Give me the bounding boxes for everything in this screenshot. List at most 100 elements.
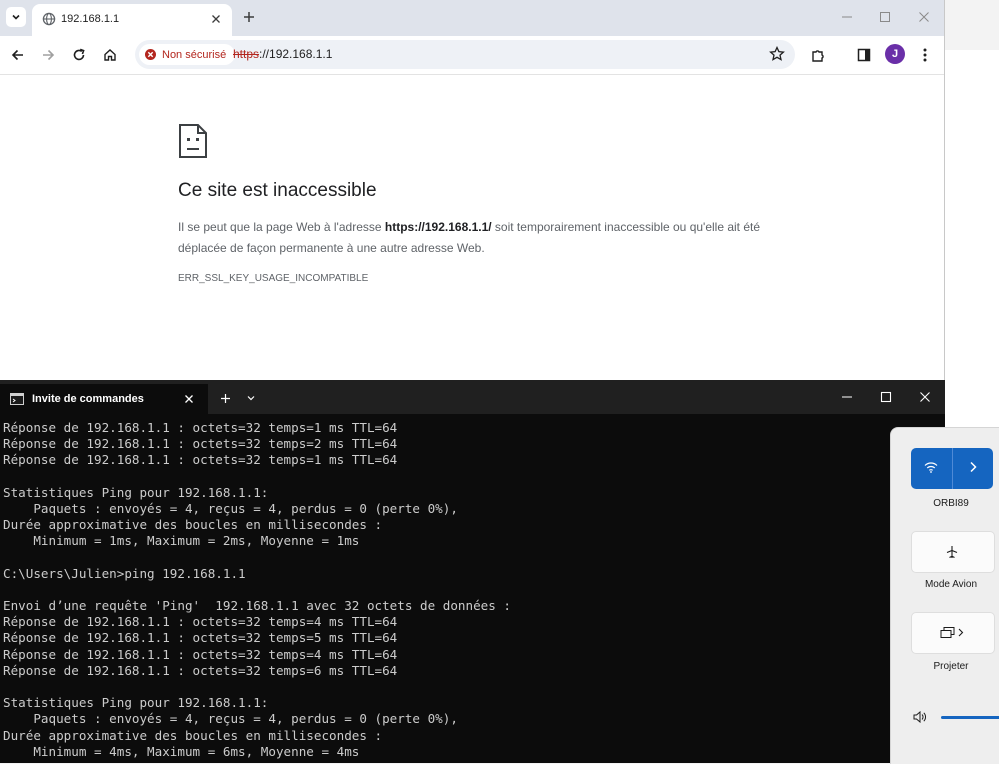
menu-button[interactable] [915,45,935,65]
terminal-maximize-button[interactable] [877,388,895,406]
project-icon [940,627,964,638]
url-scheme: https [233,47,260,61]
terminal-dropdown-button[interactable] [243,390,259,406]
quick-settings-panel: ORBI89 Mode Avion Projeter [890,427,999,764]
chevron-down-icon [247,396,255,401]
maximize-icon [880,391,892,403]
extensions-button[interactable] [808,45,828,65]
terminal-line: Réponse de 192.168.1.1 : octets=32 temps… [3,646,398,662]
terminal-line: Durée approximative des boucles en milli… [3,517,383,533]
wifi-toggle[interactable] [911,448,993,489]
globe-icon [42,12,56,26]
wifi-label: ORBI89 [933,498,969,509]
reload-button[interactable] [69,45,89,65]
error-desc-prefix: Il se peut que la page Web à l'adresse [178,220,385,234]
terminal-line: Statistiques Ping pour 192.168.1.1: [3,695,269,711]
error-desc-url: https://192.168.1.1/ [384,220,492,234]
reload-icon [73,48,85,61]
terminal-line: Réponse de 192.168.1.1 : octets=32 temps… [3,662,398,678]
terminal-tab[interactable]: Invite de commandes [0,384,208,414]
minimize-icon [842,16,852,18]
terminal-line: Réponse de 192.168.1.1 : octets=32 temps… [3,614,398,630]
star-icon[interactable] [769,46,785,62]
terminal-line: Minimum = 1ms, Maximum = 2ms, Moyenne = … [3,533,360,549]
security-chip[interactable]: Non sécurisé [139,44,236,65]
terminal-tab-close-button[interactable] [180,390,198,408]
terminal-line: Paquets : envoyés = 4, reçus = 4, perdus… [3,500,458,516]
terminal-line: Réponse de 192.168.1.1 : octets=32 temps… [3,436,398,452]
maximize-button[interactable] [876,8,894,26]
close-icon [920,392,930,402]
back-button[interactable] [8,45,28,65]
close-icon [212,15,220,23]
project-label: Projeter [933,661,969,672]
terminal-icon [10,393,24,405]
browser-window: 192.168.1.1 Non sécurisé https://192.168… [0,0,945,381]
project-toggle[interactable] [911,612,995,654]
airplane-icon [946,546,958,558]
error-description: Il se peut que la page Web à l'adresse h… [178,217,768,259]
chevron-right-icon[interactable] [965,459,981,475]
terminal-new-tab-button[interactable] [217,390,233,406]
terminal-line: Réponse de 192.168.1.1 : octets=32 temps… [3,452,398,468]
arrow-left-icon [11,49,23,61]
browser-tab[interactable]: 192.168.1.1 [32,4,232,36]
side-panel-icon [857,48,871,62]
terminal-title-bar: Invite de commandes [0,380,945,414]
plus-icon [220,393,230,403]
airplane-mode-toggle[interactable] [911,531,995,573]
terminal-tab-title: Invite de commandes [32,393,144,405]
security-label: Non sécurisé [162,48,227,61]
profile-avatar[interactable]: J [885,44,905,64]
close-icon [185,395,193,403]
home-button[interactable] [100,45,120,65]
plus-icon [244,12,254,22]
terminal-output[interactable]: Réponse de 192.168.1.1 : octets=32 temps… [0,420,890,763]
forward-button[interactable] [38,45,58,65]
tab-title: 192.168.1.1 [61,13,120,25]
error-code: ERR_SSL_KEY_USAGE_INCOMPATIBLE [178,273,369,284]
error-title: Ce site est inaccessible [178,180,377,201]
puzzle-icon [811,49,824,62]
terminal-line: Réponse de 192.168.1.1 : octets=32 temps… [3,630,398,646]
terminal-line: Statistiques Ping pour 192.168.1.1: [3,484,269,500]
minimize-button[interactable] [838,8,856,26]
maximize-icon [880,12,890,22]
terminal-line: Réponse de 192.168.1.1 : octets=32 temps… [3,420,398,435]
close-icon [919,12,929,22]
arrow-right-icon [43,49,55,61]
sad-page-icon [179,124,207,158]
tab-strip: 192.168.1.1 [0,0,944,36]
wifi-icon [924,462,938,473]
chevron-down-icon [12,14,20,20]
url-text[interactable]: https://192.168.1.1 [233,47,332,61]
tab-search-button[interactable] [6,7,26,27]
new-tab-button[interactable] [240,8,258,26]
browser-toolbar: Non sécurisé https://192.168.1.1 J [0,36,944,75]
minimize-icon [842,396,852,398]
terminal-line: Durée approximative des boucles en milli… [3,727,383,743]
home-icon [104,49,116,61]
tab-close-button[interactable] [208,11,224,27]
url-host: ://192.168.1.1 [259,47,333,61]
terminal-line: Minimum = 4ms, Maximum = 6ms, Moyenne = … [3,743,360,759]
airplane-mode-label: Mode Avion [924,579,978,590]
address-bar[interactable]: Non sécurisé https://192.168.1.1 [135,40,795,69]
terminal-line: C:\Users\Julien>ping 192.168.1.1 [3,565,246,581]
volume-slider[interactable] [941,716,999,719]
more-vertical-icon [923,48,927,62]
terminal-close-button[interactable] [916,388,934,406]
wifi-divider [952,448,953,489]
warning-icon [145,49,156,60]
close-window-button[interactable] [915,8,933,26]
page-content: Ce site est inaccessible Il se peut que … [0,75,944,380]
side-panel-button[interactable] [854,45,874,65]
terminal-line: Envoi d’une requête 'Ping' 192.168.1.1 a… [3,598,511,614]
volume-icon[interactable] [913,711,927,723]
terminal-minimize-button[interactable] [838,388,856,406]
terminal-line: Paquets : envoyés = 4, reçus = 4, perdus… [3,711,458,727]
